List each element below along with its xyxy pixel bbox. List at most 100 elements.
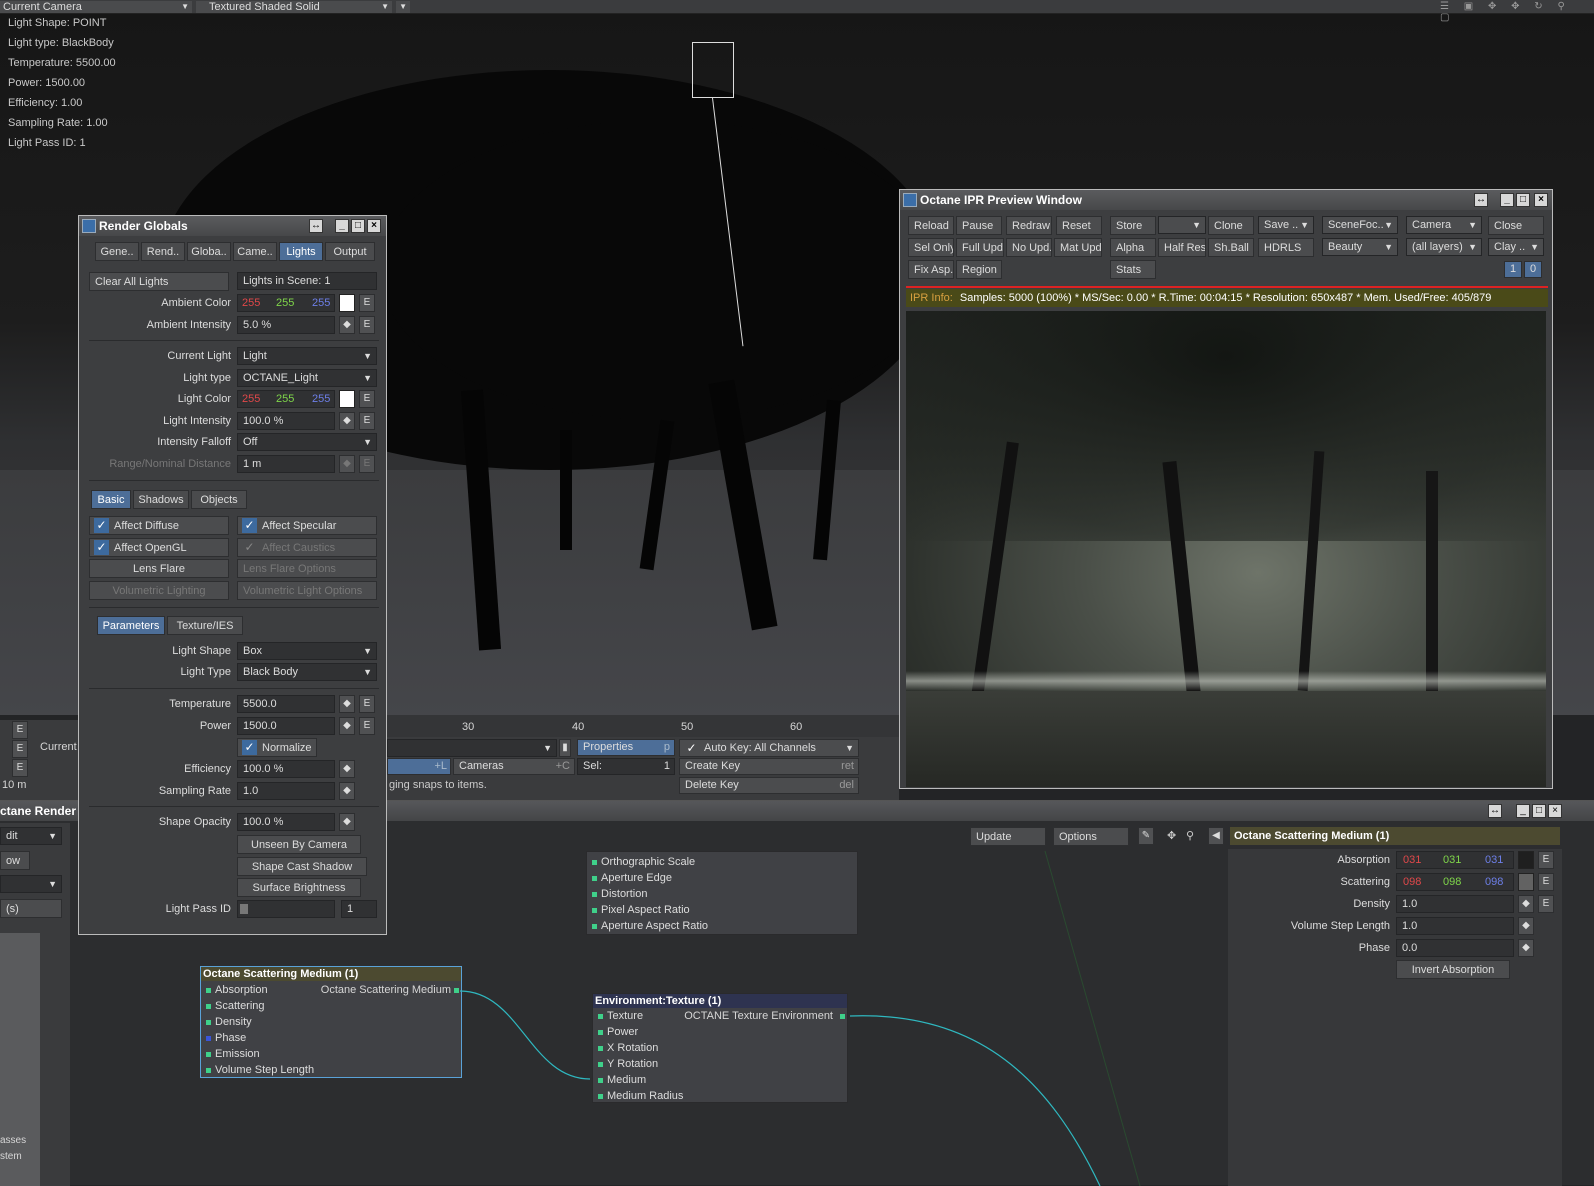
viewport-menu-button[interactable]: ▼ xyxy=(396,1,410,13)
close-button[interactable]: Close xyxy=(1488,216,1544,235)
stats-button[interactable]: Stats xyxy=(1110,260,1156,279)
light-intensity-stepper[interactable]: ◆ xyxy=(339,412,355,430)
intensity-falloff-dropdown[interactable]: Off ▼ xyxy=(237,433,377,451)
light-intensity-field[interactable]: 100.0 % xyxy=(237,412,335,430)
alpha-button[interactable]: Alpha xyxy=(1110,238,1156,257)
close-icon[interactable]: × xyxy=(367,219,381,233)
auto-key-dropdown[interactable]: ✓ Auto Key: All Channels ▼ xyxy=(679,739,859,757)
tab-parameters[interactable]: Parameters xyxy=(97,616,165,635)
density-envelope-button[interactable]: E xyxy=(1538,895,1554,913)
tab-general[interactable]: Gene.. xyxy=(95,242,139,261)
invert-absorption-button[interactable]: Invert Absorption xyxy=(1396,960,1510,979)
e-button[interactable]: E xyxy=(12,740,28,758)
clone-button[interactable]: Clone xyxy=(1208,216,1254,235)
save-dropdown[interactable]: Save .. ▼ xyxy=(1258,216,1314,234)
absorption-color-field[interactable]: 031 031 031 xyxy=(1396,851,1514,869)
normalize-checkbox[interactable]: ✓ Normalize xyxy=(237,738,317,757)
affect-caustics-checkbox[interactable]: ✓ Affect Caustics xyxy=(237,538,377,557)
ambient-color-swatch[interactable] xyxy=(339,294,355,312)
ambient-color-field[interactable]: 255 255 255 xyxy=(237,294,335,312)
minimize-icon[interactable]: _ xyxy=(335,219,349,233)
ambient-color-envelope-button[interactable]: E xyxy=(359,294,375,312)
cameras-button[interactable]: Cameras +C xyxy=(453,758,575,775)
ipr-render-image[interactable] xyxy=(906,311,1546,787)
counter-1[interactable]: 1 xyxy=(1504,261,1522,278)
light-shape-dropdown[interactable]: Box ▼ xyxy=(237,642,377,660)
efficiency-stepper[interactable]: ◆ xyxy=(339,760,355,778)
sel-only-button[interactable]: Sel Only xyxy=(908,238,954,257)
sampling-rate-stepper[interactable]: ◆ xyxy=(339,782,355,800)
volume-step-field[interactable]: 1.0 xyxy=(1396,917,1514,935)
light-color-envelope-button[interactable]: E xyxy=(359,390,375,408)
minimize-icon[interactable]: _ xyxy=(1500,193,1514,207)
clay-dropdown[interactable]: Clay .. ▼ xyxy=(1488,238,1544,256)
light-color-field[interactable]: 255 255 255 xyxy=(237,390,335,408)
affect-specular-checkbox[interactable]: ✓ Affect Specular xyxy=(237,516,377,535)
resize-icon[interactable]: ↔ xyxy=(309,219,323,233)
reload-button[interactable]: Reload xyxy=(908,216,954,235)
light-type-dropdown[interactable]: OCTANE_Light ▼ xyxy=(237,369,377,387)
reset-button[interactable]: Reset xyxy=(1056,216,1102,235)
tab-render[interactable]: Rend.. xyxy=(141,242,185,261)
power-field[interactable]: 1500.0 xyxy=(237,717,335,735)
hdrls-button[interactable]: HDRLS xyxy=(1258,238,1314,257)
store-button[interactable]: Store xyxy=(1110,216,1156,235)
layers-dropdown[interactable]: (all layers) ▼ xyxy=(1406,238,1482,256)
shading-dropdown[interactable]: Textured Shaded Solid ▼ xyxy=(196,1,392,13)
surface-brightness-button[interactable]: Surface Brightness xyxy=(237,878,361,897)
camera-dropdown[interactable]: Camera ▼ xyxy=(1406,216,1482,234)
resize-icon[interactable]: ↔ xyxy=(1474,193,1488,207)
absorption-envelope-button[interactable]: E xyxy=(1538,851,1554,869)
shape-opacity-field[interactable]: 100.0 % xyxy=(237,813,335,831)
shape-cast-shadow-button[interactable]: Shape Cast Shadow xyxy=(237,857,367,876)
light-pass-id-field[interactable]: 1 xyxy=(341,900,377,918)
efficiency-field[interactable]: 100.0 % xyxy=(237,760,335,778)
unseen-by-camera-button[interactable]: Unseen By Camera xyxy=(237,835,361,854)
light-pass-id-slider[interactable] xyxy=(237,900,335,918)
power-envelope-button[interactable]: E xyxy=(359,717,375,735)
render-globals-titlebar[interactable]: Render Globals ↔ _ □ × xyxy=(79,216,386,236)
e-button[interactable]: E xyxy=(12,721,28,739)
fix-aspect-button[interactable]: Fix Asp. xyxy=(908,260,954,279)
clear-all-lights-button[interactable]: Clear All Lights xyxy=(89,272,229,291)
range-field[interactable]: 1 m xyxy=(237,455,335,473)
phase-field[interactable]: 0.0 xyxy=(1396,939,1514,957)
timeline-toggle-icon[interactable]: ▮ xyxy=(559,739,571,757)
ambient-intensity-envelope-button[interactable]: E xyxy=(359,316,375,334)
subtab-shadows[interactable]: Shadows xyxy=(133,490,189,509)
lens-flare-options-button[interactable]: Lens Flare Options xyxy=(237,559,377,578)
tab-texture-ies[interactable]: Texture/IES xyxy=(167,616,243,635)
timeline-dropdown[interactable]: ▼ xyxy=(387,739,557,757)
affect-opengl-checkbox[interactable]: ✓ Affect OpenGL xyxy=(89,538,229,557)
sampling-rate-field[interactable]: 1.0 xyxy=(237,782,335,800)
shape-opacity-stepper[interactable]: ◆ xyxy=(339,813,355,831)
delete-key-button[interactable]: Delete Key del xyxy=(679,777,859,794)
scattering-swatch[interactable] xyxy=(1518,873,1534,891)
pause-button[interactable]: Pause xyxy=(956,216,1002,235)
ambient-intensity-field[interactable]: 5.0 % xyxy=(237,316,335,334)
scene-focus-dropdown[interactable]: SceneFoc.. ▼ xyxy=(1322,216,1398,234)
full-update-button[interactable]: Full Upd. xyxy=(956,238,1004,257)
range-stepper[interactable]: ◆ xyxy=(339,455,355,473)
volumetric-light-options-button[interactable]: Volumetric Light Options xyxy=(237,581,377,600)
tab-global[interactable]: Globa.. xyxy=(187,242,231,261)
volume-step-stepper[interactable]: ◆ xyxy=(1518,917,1534,935)
current-light-dropdown[interactable]: Light ▼ xyxy=(237,347,377,365)
tab-lights[interactable]: Lights xyxy=(279,242,323,261)
create-key-button[interactable]: Create Key ret xyxy=(679,758,859,775)
temperature-envelope-button[interactable]: E xyxy=(359,695,375,713)
half-res-button[interactable]: Half Res xyxy=(1158,238,1206,257)
close-icon[interactable]: × xyxy=(1534,193,1548,207)
subtab-basic[interactable]: Basic xyxy=(91,490,131,509)
density-stepper[interactable]: ◆ xyxy=(1518,895,1534,913)
density-field[interactable]: 1.0 xyxy=(1396,895,1514,913)
mat-update-button[interactable]: Mat Upd xyxy=(1054,238,1102,257)
lens-flare-button[interactable]: Lens Flare xyxy=(89,559,229,578)
range-envelope-button[interactable]: E xyxy=(359,455,375,473)
timeline-ruler[interactable]: 30 40 50 60 xyxy=(387,715,899,737)
temperature-stepper[interactable]: ◆ xyxy=(339,695,355,713)
counter-0[interactable]: 0 xyxy=(1524,261,1542,278)
maximize-icon[interactable]: □ xyxy=(1516,193,1530,207)
volumetric-lighting-button[interactable]: Volumetric Lighting xyxy=(89,581,229,600)
scattering-color-field[interactable]: 098 098 098 xyxy=(1396,873,1514,891)
